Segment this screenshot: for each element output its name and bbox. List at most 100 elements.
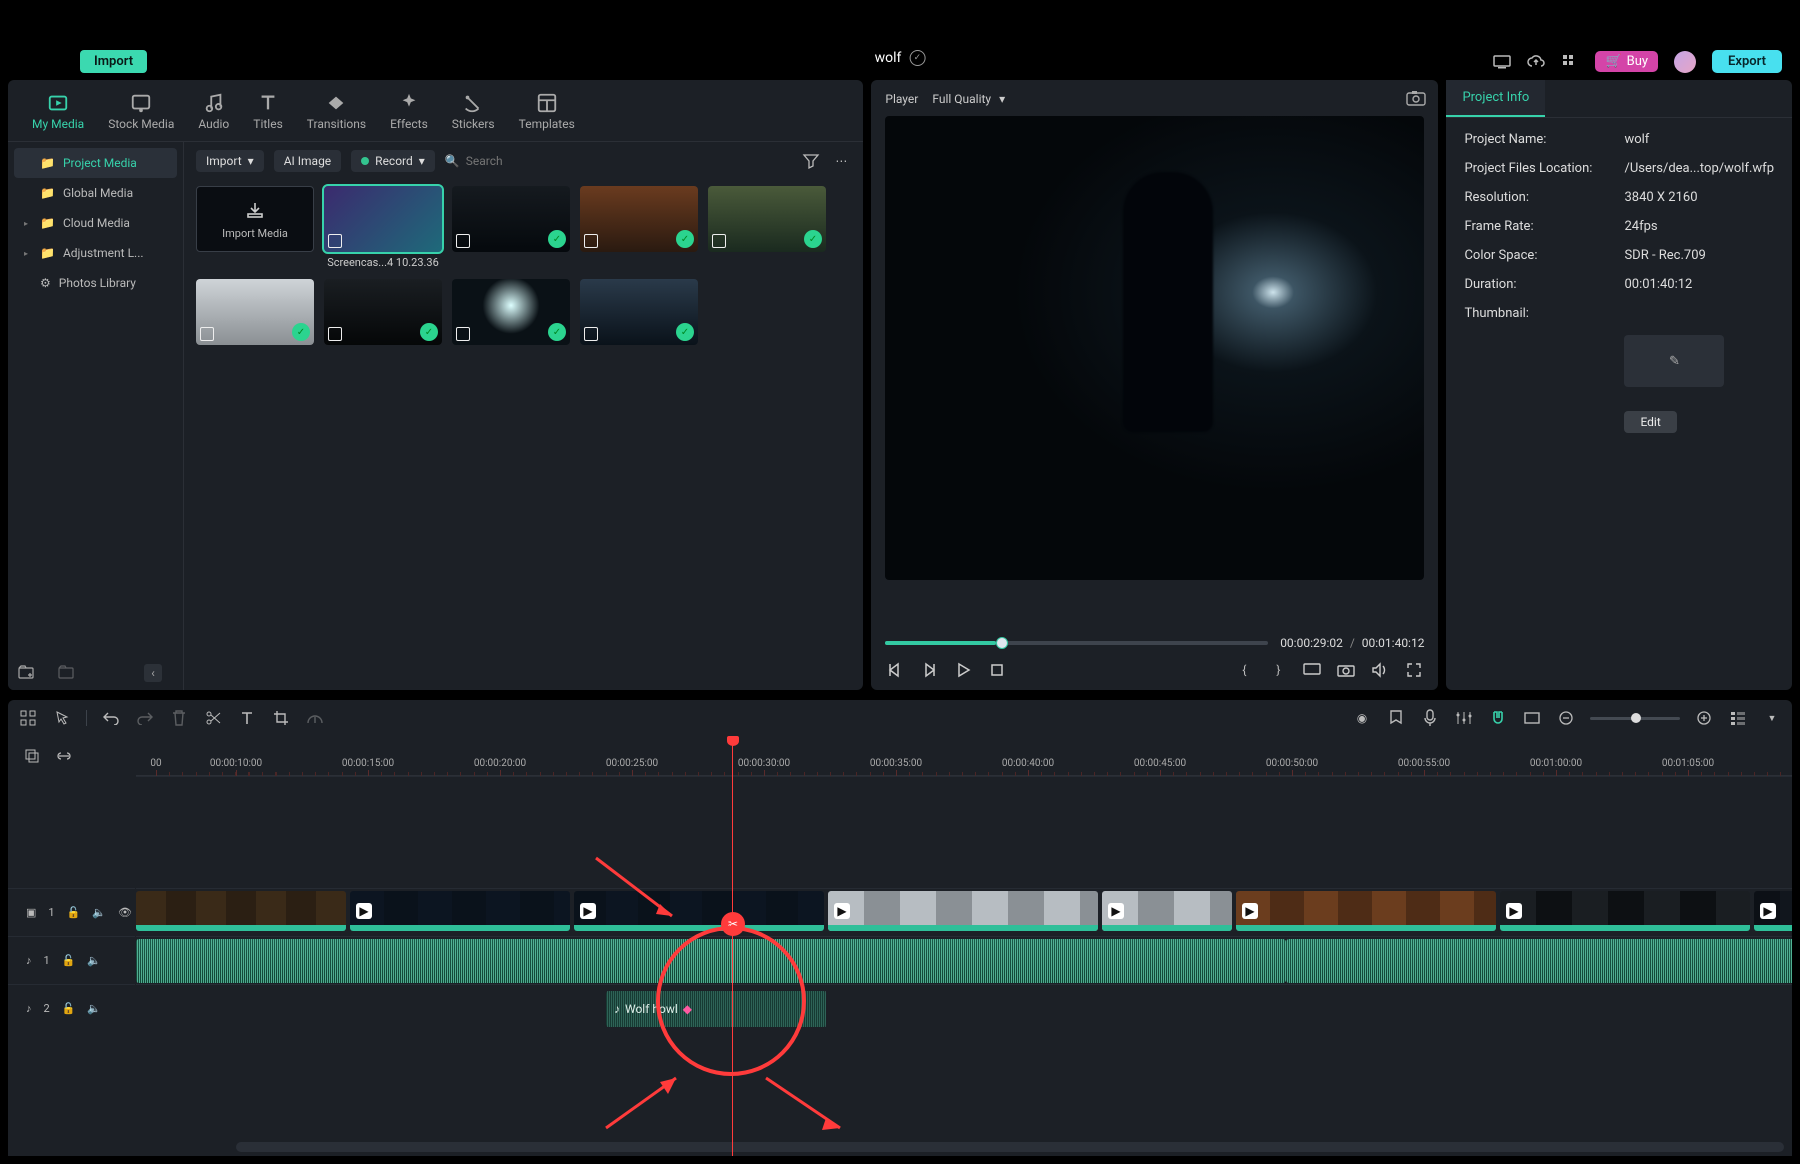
color-icon[interactable]: ◉ — [1352, 708, 1372, 728]
zoom-in-icon[interactable] — [1694, 708, 1714, 728]
media-item[interactable]: ✓ — [580, 186, 698, 269]
volume-icon[interactable] — [1370, 660, 1390, 680]
video-clip[interactable]: ▶ — [1236, 891, 1496, 931]
step-forward-icon[interactable] — [919, 660, 939, 680]
media-item[interactable]: ✓ — [196, 279, 314, 345]
lock-icon[interactable]: 🔓 — [62, 954, 76, 967]
media-item[interactable]: ✓ — [452, 186, 570, 269]
step-back-icon[interactable] — [885, 660, 905, 680]
sidebar-item-project-media[interactable]: 📁 Project Media — [14, 148, 177, 178]
thumbnail-picker[interactable]: ✎ — [1624, 335, 1724, 387]
video-clip[interactable]: ▶ — [1102, 891, 1232, 931]
sfx-clip-wolf-howl[interactable]: ♪Wolf howl◆ — [606, 991, 826, 1027]
audio-track-2-header[interactable]: ♪2 🔓 🔈 — [8, 984, 135, 1032]
brace-close-icon[interactable]: } — [1268, 660, 1288, 680]
audio-lane-2[interactable]: ♪Wolf howl◆ — [136, 984, 1792, 1032]
video-clip[interactable]: ▶ — [350, 891, 570, 931]
track-view-icon[interactable] — [1728, 708, 1748, 728]
zoom-slider[interactable] — [1590, 717, 1680, 720]
display-icon[interactable] — [1302, 660, 1322, 680]
apps-grid-icon[interactable] — [1561, 53, 1579, 71]
split-scissors-icon[interactable]: ✂ — [721, 912, 745, 936]
play-icon[interactable] — [953, 660, 973, 680]
tab-effects[interactable]: Effects — [378, 90, 440, 141]
video-clip[interactable]: ▶ — [1500, 891, 1750, 931]
preview-viewport[interactable] — [885, 116, 1424, 580]
audio-clip[interactable] — [136, 939, 1286, 983]
camera-icon[interactable] — [1336, 660, 1356, 680]
time-ruler[interactable]: 0000:00:10:0000:00:15:0000:00:20:0000:00… — [136, 736, 1792, 776]
media-item[interactable]: ✓ — [324, 279, 442, 345]
mute-icon[interactable]: 🔈 — [87, 1002, 101, 1015]
link-icon[interactable] — [54, 746, 74, 766]
media-item[interactable]: Screencas...4 10.23.36 — [324, 186, 442, 269]
user-avatar[interactable] — [1674, 51, 1696, 73]
scrub-slider[interactable] — [885, 641, 1268, 645]
tracks-area[interactable]: 0000:00:10:0000:00:15:0000:00:20:0000:00… — [136, 736, 1792, 1156]
tab-stickers[interactable]: Stickers — [440, 90, 507, 141]
lock-icon[interactable]: 🔓 — [62, 1002, 76, 1015]
sidebar-item-photos-library[interactable]: ⚙ Photos Library — [14, 268, 177, 298]
zoom-out-icon[interactable] — [1556, 708, 1576, 728]
playhead-handle[interactable] — [727, 736, 739, 746]
sidebar-item-adjustment-layers[interactable]: ▸📁 Adjustment L... — [14, 238, 177, 268]
tab-my-media[interactable]: My Media — [20, 90, 96, 141]
undo-icon[interactable] — [101, 708, 121, 728]
collapse-sidebar-icon[interactable]: ‹ — [144, 664, 162, 682]
video-clip[interactable]: ▶ — [574, 891, 824, 931]
search-box[interactable]: 🔍 — [445, 154, 792, 168]
import-media-tile[interactable]: Import Media — [196, 186, 314, 269]
lock-icon[interactable]: 🔓 — [67, 906, 81, 919]
video-lane[interactable]: ▶ ▶ ▶ ▶ ▶ ▶ ▶ — [136, 888, 1792, 936]
brace-open-icon[interactable]: { — [1234, 660, 1254, 680]
new-bin-icon[interactable] — [56, 662, 76, 682]
audio-lane-1[interactable] — [136, 936, 1792, 984]
audio-track-1-header[interactable]: ♪1 🔓 🔈 — [8, 936, 135, 984]
crop-tool-icon[interactable] — [271, 708, 291, 728]
video-clip[interactable] — [136, 891, 346, 931]
magnet-icon[interactable] — [1488, 708, 1508, 728]
redo-icon[interactable] — [135, 708, 155, 728]
video-clip[interactable]: ▶ — [828, 891, 1098, 931]
video-track-header[interactable]: ▣1 🔓 🔈 👁 — [8, 888, 135, 936]
tab-templates[interactable]: Templates — [507, 90, 587, 141]
snapshot-icon[interactable] — [1406, 90, 1424, 108]
quality-dropdown[interactable]: Full Quality ▾ — [932, 92, 1005, 106]
eye-icon[interactable]: 👁 — [118, 906, 132, 919]
marker-icon[interactable] — [1386, 708, 1406, 728]
speed-tool-icon[interactable] — [305, 708, 325, 728]
frame-icon[interactable] — [1522, 708, 1542, 728]
audio-clip[interactable] — [1286, 939, 1792, 983]
chevron-down-icon[interactable]: ▼ — [1762, 708, 1782, 728]
tab-audio[interactable]: Audio — [186, 90, 241, 141]
timeline-scrollbar[interactable] — [236, 1142, 1784, 1152]
export-button[interactable]: Export — [1712, 50, 1782, 73]
more-icon[interactable]: ⋯ — [831, 151, 851, 171]
import-button[interactable]: Import — [80, 50, 147, 73]
mixer-icon[interactable] — [1454, 708, 1474, 728]
mic-icon[interactable] — [1420, 708, 1440, 728]
mute-icon[interactable]: 🔈 — [92, 906, 106, 919]
tab-stock-media[interactable]: Stock Media — [96, 90, 186, 141]
media-item[interactable]: ✓ — [452, 279, 570, 345]
import-dropdown[interactable]: Import▾ — [196, 150, 264, 172]
edit-project-button[interactable]: Edit — [1624, 411, 1676, 433]
record-dropdown[interactable]: Record▾ — [351, 150, 435, 172]
text-tool-icon[interactable] — [237, 708, 257, 728]
mute-icon[interactable]: 🔈 — [87, 954, 101, 967]
new-folder-icon[interactable] — [16, 662, 36, 682]
video-clip[interactable]: ▶ — [1754, 891, 1792, 931]
media-item[interactable]: ✓ — [580, 279, 698, 345]
sidebar-item-cloud-media[interactable]: ▸📁 Cloud Media — [14, 208, 177, 238]
cloud-upload-icon[interactable] — [1527, 53, 1545, 71]
tab-titles[interactable]: Titles — [241, 90, 294, 141]
cursor-tool-icon[interactable] — [52, 708, 72, 728]
buy-button[interactable]: 🛒 Buy — [1595, 51, 1658, 72]
tab-project-info[interactable]: Project Info — [1446, 80, 1545, 117]
sidebar-item-global-media[interactable]: 📁 Global Media — [14, 178, 177, 208]
fullscreen-icon[interactable] — [1404, 660, 1424, 680]
tab-transitions[interactable]: Transitions — [295, 90, 378, 141]
delete-icon[interactable] — [169, 708, 189, 728]
search-input[interactable] — [466, 154, 792, 168]
layout-icon[interactable] — [18, 708, 38, 728]
